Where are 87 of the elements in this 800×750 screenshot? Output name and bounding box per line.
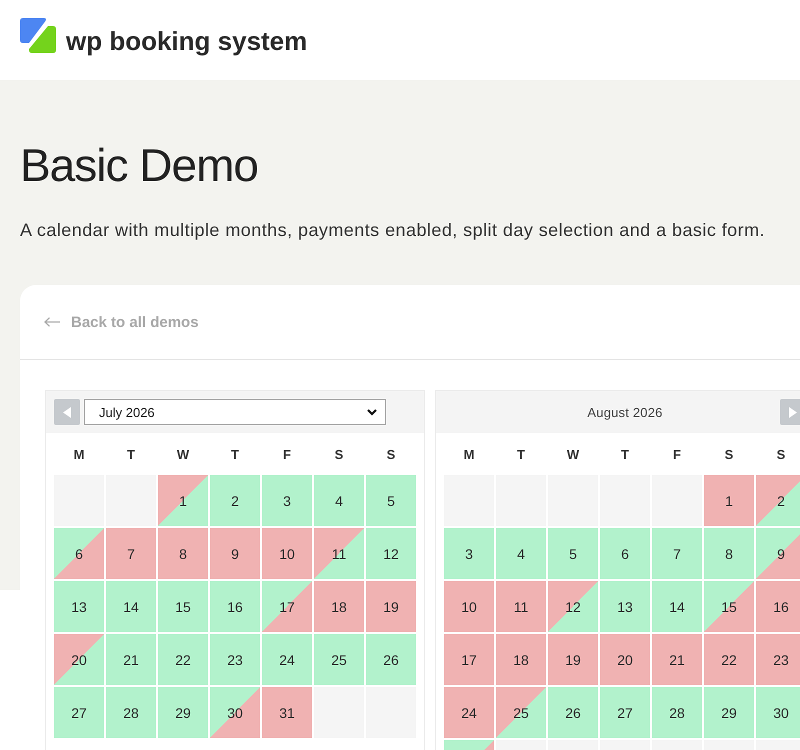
month-title: August 2026	[587, 404, 663, 420]
logo-icon	[20, 18, 56, 53]
day-cell[interactable]: 19	[548, 634, 598, 685]
day-cell[interactable]: 18	[314, 581, 364, 632]
day-cell[interactable]: 29	[158, 687, 208, 738]
day-cell[interactable]: 3	[444, 528, 494, 579]
day-cell[interactable]: 25	[496, 687, 546, 738]
weekday-label: S	[386, 446, 396, 462]
day-cell[interactable]: 17	[262, 581, 312, 632]
day-cell[interactable]: 8	[704, 528, 754, 579]
day-cell[interactable]: 22	[704, 634, 754, 685]
day-cell[interactable]: 31	[262, 687, 312, 738]
day-cell[interactable]: 1	[704, 475, 754, 526]
day-cell[interactable]: 28	[106, 687, 156, 738]
day-cell[interactable]: 19	[366, 581, 416, 632]
day-cell[interactable]: 23	[756, 634, 800, 685]
weekday-label: T	[127, 446, 135, 462]
day-cell[interactable]: 11	[314, 528, 364, 579]
day-cell[interactable]: 15	[704, 581, 754, 632]
day-cell[interactable]: 10	[444, 581, 494, 632]
month-select[interactable]: July 2026	[84, 399, 386, 425]
day-cell[interactable]: 16	[756, 581, 800, 632]
day-cell[interactable]: 2	[756, 475, 800, 526]
day-cell[interactable]: 21	[106, 634, 156, 685]
chevron-down-icon	[367, 408, 377, 416]
caret-left-icon	[63, 406, 71, 418]
day-cell[interactable]: 7	[106, 528, 156, 579]
day-cell[interactable]: 2	[210, 475, 260, 526]
day-cell[interactable]: 6	[600, 528, 650, 579]
day-cell[interactable]: 14	[106, 581, 156, 632]
weekday-label: F	[283, 446, 291, 462]
day-cell[interactable]: 1	[158, 475, 208, 526]
day-cell[interactable]: 24	[262, 634, 312, 685]
day-cell[interactable]: 27	[54, 687, 104, 738]
day-cell[interactable]: 11	[496, 581, 546, 632]
day-cell[interactable]: 26	[366, 634, 416, 685]
day-cell[interactable]: 4	[496, 528, 546, 579]
weekday-label: W	[176, 446, 190, 462]
day-cell[interactable]: 9	[756, 528, 800, 579]
day-cell[interactable]: 27	[600, 687, 650, 738]
day-cell[interactable]: 7	[652, 528, 702, 579]
day-cell[interactable]: 14	[652, 581, 702, 632]
previous-month-button[interactable]	[54, 399, 80, 425]
day-cell[interactable]: 18	[496, 634, 546, 685]
weekday-label: M	[464, 446, 474, 462]
day-cell[interactable]: 20	[600, 634, 650, 685]
day-cell[interactable]: 3	[262, 475, 312, 526]
day-cell[interactable]: 12	[366, 528, 416, 579]
day-cell[interactable]: 26	[548, 687, 598, 738]
day-cell[interactable]: 4	[314, 475, 364, 526]
day-cell[interactable]: 29	[704, 687, 754, 738]
page-title: Basic Demo	[20, 138, 258, 192]
day-cell[interactable]: 30	[756, 687, 800, 738]
day-cell[interactable]: 23	[210, 634, 260, 685]
day-cell[interactable]: 21	[652, 634, 702, 685]
arrow-left-icon	[44, 317, 60, 327]
day-cell[interactable]: 20	[54, 634, 104, 685]
day-cell[interactable]: 13	[54, 581, 104, 632]
day-cell[interactable]: 9	[210, 528, 260, 579]
next-month-button[interactable]	[780, 399, 800, 425]
weekday-label: T	[621, 446, 629, 462]
day-cell[interactable]: 10	[262, 528, 312, 579]
day-cell[interactable]: 5	[548, 528, 598, 579]
day-cell[interactable]: 16	[210, 581, 260, 632]
weekday-label: T	[231, 446, 239, 462]
day-cell[interactable]: 24	[444, 687, 494, 738]
day-cell[interactable]: 28	[652, 687, 702, 738]
weekday-label: F	[673, 446, 681, 462]
day-cell[interactable]: 15	[158, 581, 208, 632]
caret-right-icon	[789, 406, 797, 418]
day-cell[interactable]: 30	[210, 687, 260, 738]
day-cell[interactable]: 8	[158, 528, 208, 579]
weekday-label: S	[724, 446, 734, 462]
weekday-label: W	[566, 446, 580, 462]
weekday-label: M	[74, 446, 84, 462]
brand-name: wp booking system	[66, 28, 308, 54]
weekday-label: T	[517, 446, 525, 462]
weekday-label: S	[776, 446, 786, 462]
day-cell[interactable]: 12	[548, 581, 598, 632]
page-description: A calendar with multiple months, payments enabled, split day selection and a basic form.	[20, 219, 765, 241]
day-cell[interactable]: 25	[314, 634, 364, 685]
day-cell[interactable]: 6	[54, 528, 104, 579]
day-cell[interactable]: 17	[444, 634, 494, 685]
day-cell[interactable]: 5	[366, 475, 416, 526]
weekday-label: S	[334, 446, 344, 462]
day-cell[interactable]: 13	[600, 581, 650, 632]
day-cell[interactable]: 22	[158, 634, 208, 685]
